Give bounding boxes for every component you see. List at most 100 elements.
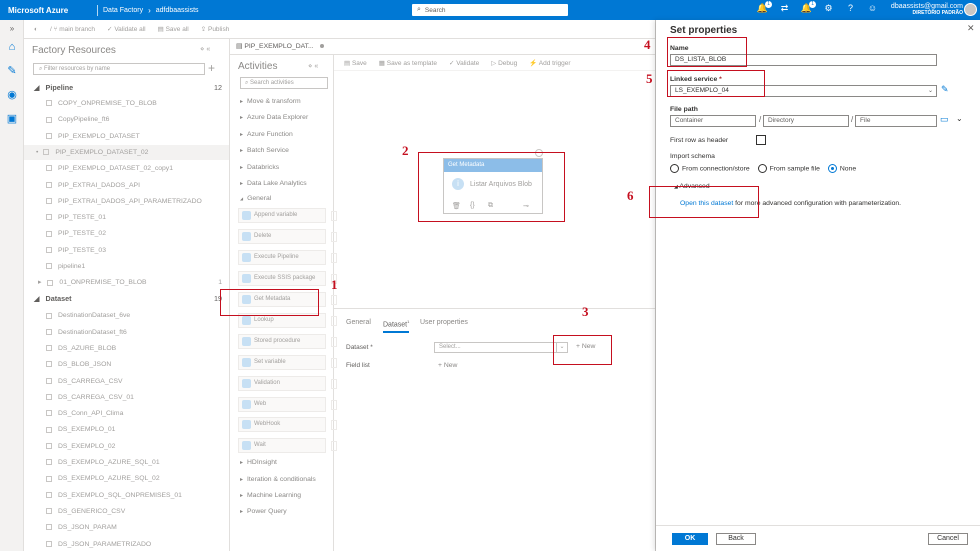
drag-handle-icon[interactable] — [331, 295, 337, 305]
tree-item-pipeline[interactable]: • PIP_EXEMPLO_DATASET_02 — [24, 144, 229, 160]
edit-linked-service-icon[interactable]: ✎ — [941, 84, 949, 95]
activity-category[interactable]: Batch Service — [240, 147, 289, 154]
tab-user-properties[interactable]: User properties — [420, 319, 468, 326]
tree-item-dataset[interactable]: DS_EXEMPLO_02 — [24, 439, 229, 454]
tree-item-dataset[interactable]: DS_JSON_PARAMETRIZADO — [24, 537, 229, 551]
user-account[interactable]: dbaassists@gmail.com DIRETÓRIO PADRÃO — [885, 3, 963, 16]
activity-category[interactable]: Machine Learning — [240, 492, 301, 499]
tree-item-pipeline[interactable]: PIP_EXTRAI_DADOS_API_PARAMETRIZADO — [24, 194, 229, 209]
author-pencil-icon[interactable]: ✎ — [5, 64, 19, 78]
tree-item-pipeline[interactable]: PIP_EXEMPLO_DATASET_02_copy1 — [24, 161, 229, 176]
new-field-button[interactable]: + New — [438, 362, 457, 369]
breadcrumb-data-factory[interactable]: Data Factory — [103, 7, 143, 14]
canvas-save-button[interactable]: ▤ Save — [344, 59, 367, 67]
radio-none[interactable]: None — [827, 164, 856, 173]
back-button[interactable]: Back — [716, 533, 756, 545]
first-row-header-checkbox[interactable] — [756, 135, 766, 145]
activity-item[interactable]: Web — [238, 396, 337, 412]
feedback-icon[interactable]: ☺ — [866, 3, 879, 14]
tree-item-pipeline[interactable]: CopyPipeline_ft6 — [24, 112, 229, 127]
expand-icon[interactable]: » — [5, 22, 19, 36]
manage-icon[interactable]: ▣ — [5, 112, 19, 126]
activity-item[interactable]: Wait — [238, 438, 337, 454]
tree-item-pipeline[interactable]: PIP_TESTE_03 — [24, 243, 229, 258]
tab-dataset[interactable]: Dataset1 — [383, 319, 410, 334]
tree-item-dataset[interactable]: DS_EXEMPLO_AZURE_SQL_01 — [24, 455, 229, 470]
gear-icon[interactable]: ⚙ — [822, 3, 835, 14]
activity-category[interactable]: Iteration & conditionals — [240, 476, 316, 483]
tree-item-pipeline[interactable]: PIP_TESTE_02 — [24, 226, 229, 241]
help-icon[interactable]: ? — [844, 3, 857, 14]
avatar[interactable] — [964, 3, 977, 16]
breadcrumb-factory-name[interactable]: adfdbaassists — [156, 7, 199, 14]
tree-item-pipeline[interactable]: COPY_ONPREMISE_TO_BLOB — [24, 96, 229, 111]
activity-item[interactable]: Append variable — [238, 208, 337, 224]
tree-item-pipeline[interactable]: PIP_TESTE_01 — [24, 210, 229, 225]
dataset-select[interactable]: Select... — [434, 342, 568, 353]
tree-item-pipeline[interactable]: pipeline1 — [24, 259, 229, 274]
collapse-pane-icon[interactable]: ⋄ « — [200, 45, 210, 53]
activity-category[interactable]: Azure Function — [240, 131, 293, 138]
github-icon[interactable]: ◐ — [34, 26, 38, 33]
activity-category-general[interactable]: General — [240, 195, 271, 202]
monitor-icon[interactable]: ◉ — [5, 88, 19, 102]
tree-item-dataset[interactable]: DS_EXEMPLO_AZURE_SQL_02 — [24, 471, 229, 486]
tree-item-dataset[interactable]: DS_GENERICO_CSV — [24, 504, 229, 519]
activity-category[interactable]: Databricks — [240, 164, 279, 171]
azure-brand[interactable]: Microsoft Azure — [0, 6, 92, 15]
directory-field[interactable]: Directory — [763, 115, 849, 127]
tree-item-dataset[interactable]: DS_AZURE_BLOB — [24, 341, 229, 356]
file-field[interactable]: File — [855, 115, 937, 127]
filter-resources-input[interactable]: ⌕ Filter resources by name — [33, 63, 205, 75]
add-trigger-button[interactable]: ⚡ Add trigger — [529, 59, 570, 67]
activity-category[interactable]: Power Query — [240, 508, 287, 515]
validate-all-button[interactable]: ✓ Validate all — [107, 25, 146, 33]
home-icon[interactable]: ⌂ — [5, 40, 19, 54]
save-all-button[interactable]: ▤ Save all — [158, 25, 189, 33]
tree-item-dataset[interactable]: DS_CARREGA_CSV — [24, 374, 229, 389]
debug-button[interactable]: ▷ Debug — [491, 59, 517, 67]
activity-category[interactable]: HDInsight — [240, 459, 277, 466]
global-search-input[interactable]: ⌕ Search — [412, 4, 568, 16]
activity-item[interactable]: Execute SSIS package — [238, 271, 337, 287]
collapse-activities-icon[interactable]: ⋄ « — [308, 62, 318, 70]
tree-item-dataset[interactable]: DestinationDataset_6ve — [24, 308, 229, 323]
tree-item-pipeline[interactable]: PIP_EXTRAI_DADOS_API — [24, 178, 229, 193]
activity-item[interactable]: Set variable — [238, 354, 337, 370]
tree-item-dataset[interactable]: DestinationDataset_ft6 — [24, 325, 229, 340]
activity-item[interactable]: Stored procedure — [238, 333, 337, 349]
browse-folder-icon[interactable]: ▭ — [940, 114, 949, 125]
cancel-button[interactable]: Cancel — [928, 533, 968, 545]
tab-general[interactable]: General — [346, 319, 371, 326]
tree-item-dataset[interactable]: DS_BLOB_JSON — [24, 357, 229, 372]
validate-button[interactable]: ✓ Validate — [449, 59, 479, 67]
dataset-section-header[interactable]: ◢ Dataset 19 — [24, 291, 229, 306]
tree-item-dataset[interactable]: DS_Conn_API_Clima — [24, 406, 229, 421]
tree-folder[interactable]: ▸ 01_ONPREMISE_TO_BLOB 1 — [24, 275, 229, 290]
close-icon[interactable]: ✕ — [967, 23, 975, 34]
branch-name[interactable]: main branch — [59, 26, 95, 33]
activity-item[interactable]: Delete — [238, 229, 337, 245]
activity-category[interactable]: Azure Data Explorer — [240, 114, 308, 121]
tree-item-dataset[interactable]: DS_EXEMPLO_SQL_ONPREMISES_01 — [24, 488, 229, 503]
save-template-button[interactable]: ▦ Save as template — [379, 59, 437, 67]
drag-handle-icon[interactable] — [331, 253, 337, 264]
container-field[interactable]: Container — [670, 115, 756, 127]
drag-handle-icon[interactable] — [331, 211, 337, 222]
directory-switch-icon[interactable]: ⇄ — [778, 3, 791, 14]
activity-item[interactable]: Validation — [238, 375, 337, 391]
notification-icon[interactable]: 🔔 1 — [756, 1, 772, 14]
activity-category[interactable]: Move & transform — [240, 98, 301, 105]
search-activities-input[interactable]: ⌕ Search activities — [240, 77, 328, 89]
tree-item-dataset[interactable]: DS_CARREGA_CSV_01 — [24, 390, 229, 405]
add-resource-icon[interactable]: + — [208, 61, 215, 75]
pipeline-section-header[interactable]: ◢ Pipeline 12 — [24, 80, 229, 95]
activity-item[interactable]: WebHook — [238, 417, 337, 433]
activity-item[interactable]: Execute Pipeline — [238, 250, 337, 266]
tree-item-pipeline[interactable]: PIP_EXEMPLO_DATASET — [24, 129, 229, 144]
tree-item-dataset[interactable]: DS_EXEMPLO_01 — [24, 422, 229, 437]
chevron-down-icon[interactable]: ⌄ — [956, 114, 963, 123]
drag-handle-icon[interactable] — [331, 232, 337, 243]
tab-pipeline[interactable]: ▤ PIP_EXEMPLO_DAT... — [236, 42, 324, 50]
radio-from-connection[interactable]: From connection/store — [670, 164, 750, 173]
